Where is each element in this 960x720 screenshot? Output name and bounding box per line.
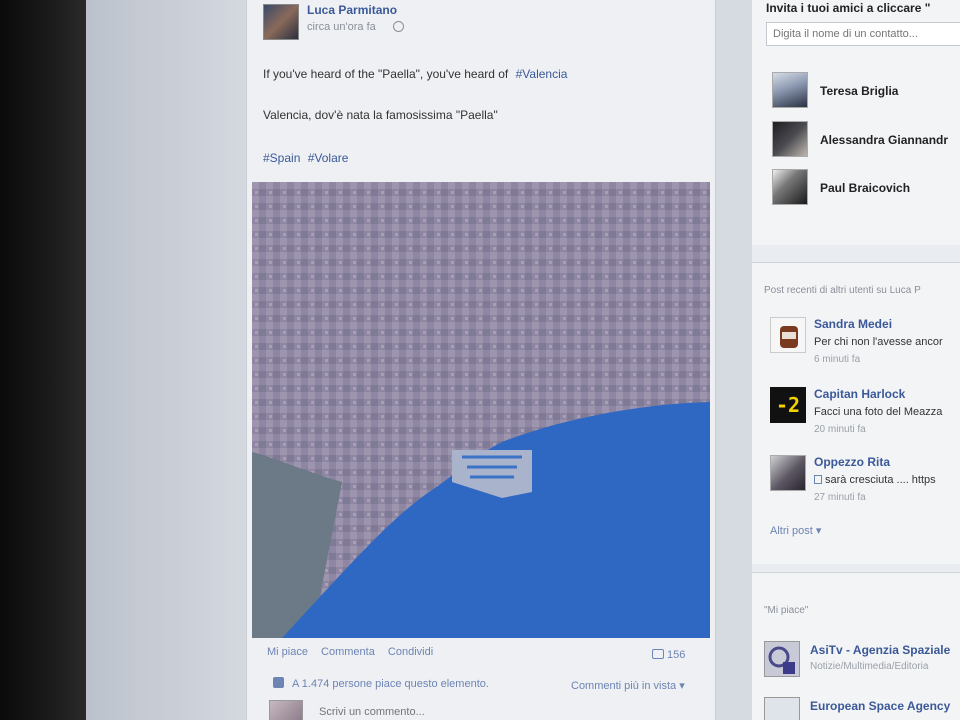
comment-composer xyxy=(269,700,699,720)
rita-avatar xyxy=(770,455,806,491)
liked-pages-title: "Mi piace" xyxy=(764,605,809,616)
post-hashtags: #Spain #Volare xyxy=(263,151,348,165)
post-text-it: Valencia, dov'è nata la famosissima "Pae… xyxy=(263,108,498,122)
friend-name: Paul Braicovich xyxy=(820,181,911,195)
recent-posts-title: Post recenti di altri utenti su Luca P xyxy=(764,285,921,296)
esa-logo xyxy=(764,697,800,720)
browser-screen: Luca Parmitano circa un'ora fa If you've… xyxy=(86,0,960,720)
share-icon xyxy=(652,649,664,659)
asitv-logo xyxy=(764,641,800,677)
recent-post-text: Facci una foto del Meazza xyxy=(814,406,943,418)
share-count-value: 156 xyxy=(667,649,686,661)
more-posts-link[interactable]: Altri post ▾ xyxy=(770,524,821,537)
friend-name: Teresa Briglia xyxy=(820,84,899,98)
share-count[interactable]: 156 xyxy=(652,649,685,661)
recent-posts-card: Post recenti di altri utenti su Luca P S… xyxy=(752,262,960,564)
friend-suggestion[interactable]: Paul Braicovich xyxy=(772,169,960,205)
friend-suggestion[interactable]: Teresa Briglia xyxy=(772,72,960,108)
comment-action[interactable]: Commenta xyxy=(321,646,375,658)
privacy-globe-icon xyxy=(393,21,404,32)
liked-pages-card: "Mi piace" AsiTv - Agenzia Spaziale Noti… xyxy=(752,572,960,720)
liked-page-category: Notizie/Multimedia/Editoria xyxy=(810,661,929,672)
share-action[interactable]: Condividi xyxy=(388,646,433,658)
post-timestamp[interactable]: circa un'ora fa xyxy=(307,21,376,33)
timeline-post: Luca Parmitano circa un'ora fa If you've… xyxy=(246,0,716,720)
harlock-avatar: -2 xyxy=(770,387,806,423)
author-avatar[interactable] xyxy=(263,4,299,40)
hashtag-valencia[interactable]: #Valencia xyxy=(516,67,568,81)
liked-page-name: AsiTv - Agenzia Spaziale xyxy=(810,643,951,657)
hashtag-volare[interactable]: #Volare xyxy=(308,151,349,165)
comment-input[interactable] xyxy=(319,706,679,718)
attachment-icon xyxy=(814,475,822,484)
recent-post-author: Oppezzo Rita xyxy=(814,455,891,469)
asitv-logo-icon xyxy=(768,646,795,674)
post-actions: Mi piace Commenta Condividi xyxy=(267,646,443,658)
likes-summary[interactable]: A 1.474 persone piace questo elemento. xyxy=(273,677,489,690)
badge-text: -2 xyxy=(775,393,801,417)
nutella-avatar xyxy=(770,317,806,353)
recent-post-author: Sandra Medei xyxy=(814,317,893,331)
friend-avatar xyxy=(772,72,808,108)
like-action[interactable]: Mi piace xyxy=(267,646,308,658)
comment-sort-dropdown[interactable]: Commenti più in vista ▾ xyxy=(571,679,685,692)
invite-title: Invita i tuoi amici a cliccare " xyxy=(766,1,931,15)
post-text-line-1: If you've heard of the "Paella", you've … xyxy=(263,67,567,81)
invite-friends-card: Invita i tuoi amici a cliccare " Teresa … xyxy=(752,0,960,245)
left-background xyxy=(86,0,246,720)
recent-post-text-value: sarà cresciuta .... https xyxy=(825,474,936,486)
post-text-en: If you've heard of the "Paella", you've … xyxy=(263,67,509,81)
friend-suggestion[interactable]: Alessandra Giannandr xyxy=(772,121,960,157)
thumbs-up-icon xyxy=(273,677,284,688)
author-name-link[interactable]: Luca Parmitano xyxy=(307,3,397,17)
monitor-bezel xyxy=(0,0,86,720)
friend-name: Alessandra Giannandr xyxy=(820,133,949,147)
friend-avatar xyxy=(772,169,808,205)
recent-post-time: 6 minuti fa xyxy=(814,354,861,365)
jar-icon xyxy=(780,326,798,348)
hashtag-spain[interactable]: #Spain xyxy=(263,151,300,165)
post-photo-valencia-satellite[interactable] xyxy=(252,182,710,638)
satellite-image xyxy=(252,182,710,638)
recent-post-text: Per chi non l'avesse ancor xyxy=(814,336,943,348)
likes-text: A 1.474 persone piace questo elemento. xyxy=(292,678,489,690)
invite-search-input[interactable] xyxy=(766,22,960,46)
friend-avatar xyxy=(772,121,808,157)
right-sidebar: Invita i tuoi amici a cliccare " Teresa … xyxy=(752,0,960,720)
recent-post-text: sarà cresciuta .... https xyxy=(814,474,936,486)
liked-page-name: European Space Agency xyxy=(810,699,951,713)
recent-post-time: 20 minuti fa xyxy=(814,424,866,435)
recent-post-author: Capitan Harlock xyxy=(814,387,906,401)
column-gutter xyxy=(716,0,752,720)
recent-post-time: 27 minuti fa xyxy=(814,492,866,503)
viewer-avatar xyxy=(269,700,303,720)
